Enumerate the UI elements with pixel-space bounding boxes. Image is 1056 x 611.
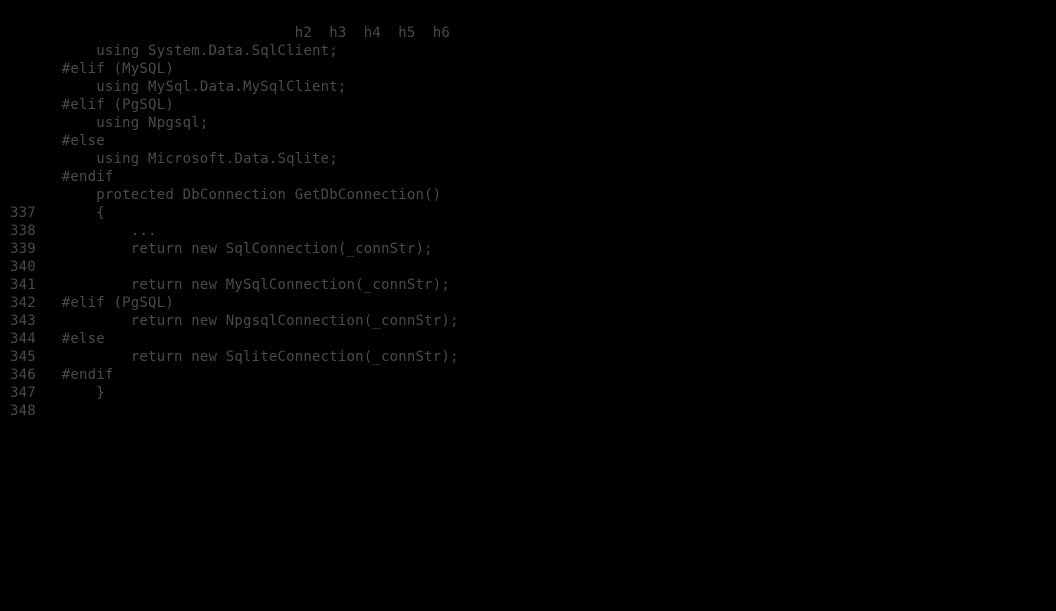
editor-ghost: h2 h3 h4 h5 h6 using System.Data.SqlClie… <box>0 0 1056 611</box>
